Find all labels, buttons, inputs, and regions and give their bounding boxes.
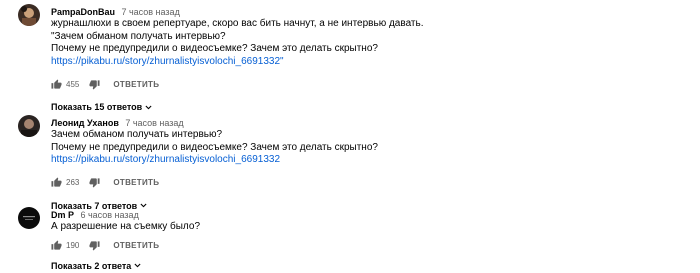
comment-link[interactable]: https://pikabu.ru/story/zhurnalistyisvol… xyxy=(51,56,284,67)
comment-link[interactable]: https://pikabu.ru/story/zhurnalistyisvol… xyxy=(51,154,280,165)
reply-button[interactable]: ОТВЕТИТЬ xyxy=(113,80,159,89)
thumbs-down-icon[interactable] xyxy=(89,79,100,90)
comment-timestamp[interactable]: 7 часов назад xyxy=(125,118,183,128)
author-name[interactable]: Леонид Уханов xyxy=(51,118,119,128)
reply-button[interactable]: ОТВЕТИТЬ xyxy=(113,178,159,187)
show-replies-button[interactable]: Показать 2 ответа xyxy=(51,259,688,273)
author-name[interactable]: PampaDonBau xyxy=(51,7,115,17)
chevron-down-icon xyxy=(144,103,153,112)
like-count: 190 xyxy=(66,241,80,250)
comment-text-line: Зачем обманом получать интервью? xyxy=(51,129,223,140)
thumbs-down-icon[interactable] xyxy=(89,177,100,188)
comment-text-line: журнашлюхи в своем репертуаре, скоро вас… xyxy=(51,18,424,29)
thumbs-up-icon[interactable] xyxy=(51,177,62,188)
comment-text-line: "Зачем обманом получать интервью? xyxy=(51,30,226,42)
comment-text-line: Почему не предупредили о видеосъемке? За… xyxy=(51,141,378,153)
avatar[interactable] xyxy=(18,207,40,229)
thumbs-up-icon[interactable] xyxy=(51,78,62,90)
comment-timestamp[interactable]: 7 часов назад xyxy=(121,7,179,17)
comment-text-line: Почему не предупредили о видеосъемке? За… xyxy=(51,43,378,54)
avatar[interactable] xyxy=(18,115,40,137)
thumbs-down-icon[interactable] xyxy=(89,240,100,251)
like-count: 455 xyxy=(66,79,80,89)
author-name[interactable]: Dm P xyxy=(51,210,74,220)
show-replies-label: Показать 2 ответа xyxy=(51,260,132,271)
avatar[interactable] xyxy=(18,4,40,26)
like-count: 263 xyxy=(66,178,80,187)
comment-text-line: А разрешение на съемку было? xyxy=(51,221,200,232)
show-replies-button[interactable]: Показать 15 ответов xyxy=(51,100,688,114)
thumbs-up-icon[interactable] xyxy=(51,240,62,251)
comment-timestamp[interactable]: 6 часов назад xyxy=(80,210,138,220)
chevron-down-icon xyxy=(133,261,142,270)
reply-button[interactable]: ОТВЕТИТЬ xyxy=(113,241,159,250)
show-replies-label: Показать 15 ответов xyxy=(51,102,143,112)
